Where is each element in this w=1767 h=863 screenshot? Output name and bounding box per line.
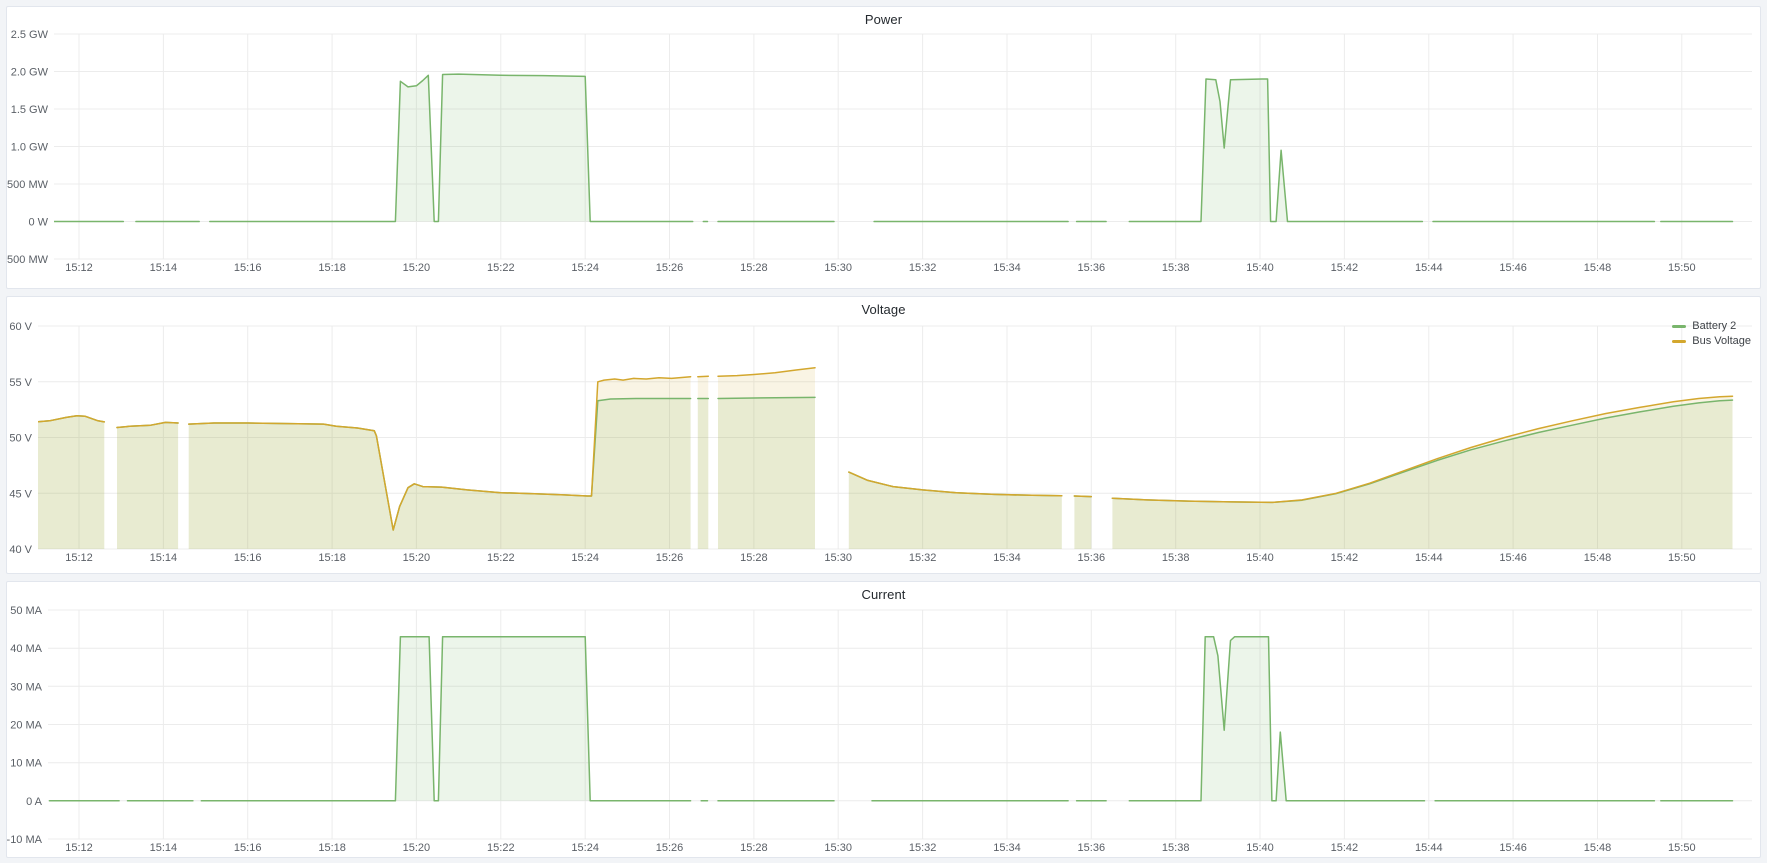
svg-text:15:38: 15:38 [1162,262,1190,274]
panel-title-voltage: Voltage [7,297,1760,323]
legend: Battery 2 Bus Voltage [1672,320,1751,348]
svg-text:15:18: 15:18 [318,552,346,564]
svg-text:15:34: 15:34 [993,262,1021,274]
svg-text:0 A: 0 A [26,796,43,808]
svg-text:-10 MA: -10 MA [7,834,43,846]
svg-text:15:26: 15:26 [656,842,684,854]
panel-title-power: Power [7,7,1760,33]
svg-text:15:44: 15:44 [1415,552,1443,564]
svg-text:15:42: 15:42 [1331,262,1359,274]
svg-text:15:28: 15:28 [740,552,768,564]
svg-text:55 V: 55 V [9,377,32,389]
svg-text:2.0 GW: 2.0 GW [11,67,49,79]
panel-voltage: Voltage 60 V55 V50 V45 V40 V15:1215:1415… [6,296,1761,574]
svg-text:15:38: 15:38 [1162,552,1190,564]
svg-text:15:30: 15:30 [824,262,852,274]
panel-header-power[interactable]: Power [7,7,1760,33]
svg-text:15:34: 15:34 [993,842,1021,854]
legend-item-label: Battery 2 [1692,320,1736,333]
svg-text:40 V: 40 V [9,544,32,556]
svg-text:15:12: 15:12 [65,842,93,854]
power-chart[interactable]: 2.5 GW2.0 GW1.5 GW1.0 GW500 MW0 W-500 MW… [7,7,1760,288]
legend-item-battery-2[interactable]: Battery 2 [1672,320,1736,333]
svg-text:15:44: 15:44 [1415,842,1443,854]
svg-text:30 MA: 30 MA [10,681,42,693]
svg-text:15:48: 15:48 [1584,552,1612,564]
legend-item-bus-voltage[interactable]: Bus Voltage [1672,335,1751,348]
svg-text:15:26: 15:26 [656,552,684,564]
svg-text:-500 MW: -500 MW [7,254,49,266]
svg-text:15:22: 15:22 [487,552,515,564]
svg-text:15:20: 15:20 [403,842,431,854]
svg-text:20 MA: 20 MA [10,720,42,732]
svg-text:15:20: 15:20 [403,552,431,564]
svg-text:15:42: 15:42 [1331,842,1359,854]
svg-text:15:12: 15:12 [65,552,93,564]
legend-color-swatch [1672,340,1686,343]
svg-text:15:50: 15:50 [1668,262,1696,274]
svg-text:15:36: 15:36 [1078,552,1106,564]
svg-text:15:32: 15:32 [909,552,937,564]
svg-text:15:30: 15:30 [824,552,852,564]
panel-header-voltage[interactable]: Voltage [7,297,1760,323]
svg-text:15:16: 15:16 [234,552,262,564]
svg-text:15:36: 15:36 [1078,262,1106,274]
svg-text:15:20: 15:20 [403,262,431,274]
svg-text:15:28: 15:28 [740,262,768,274]
svg-text:15:40: 15:40 [1246,842,1274,854]
svg-text:15:32: 15:32 [909,842,937,854]
svg-text:15:16: 15:16 [234,842,262,854]
svg-text:1.0 GW: 1.0 GW [11,142,49,154]
legend-item-label: Bus Voltage [1692,335,1751,348]
svg-text:50 V: 50 V [9,433,32,445]
svg-text:15:22: 15:22 [487,262,515,274]
svg-text:15:32: 15:32 [909,262,937,274]
dashboard: { "colors": { "page_bg": "#f2f4f7", "pan… [0,0,1767,863]
svg-text:15:44: 15:44 [1415,262,1443,274]
current-chart[interactable]: 50 MA40 MA30 MA20 MA10 MA0 A-10 MA15:121… [7,582,1760,857]
svg-text:15:22: 15:22 [487,842,515,854]
svg-text:10 MA: 10 MA [10,758,42,770]
svg-text:15:50: 15:50 [1668,842,1696,854]
svg-text:15:40: 15:40 [1246,552,1274,564]
svg-text:45 V: 45 V [9,488,32,500]
svg-text:15:24: 15:24 [571,552,599,564]
svg-text:1.5 GW: 1.5 GW [11,104,49,116]
panel-title-current: Current [7,582,1760,608]
svg-text:15:48: 15:48 [1584,842,1612,854]
svg-text:0 W: 0 W [28,217,48,229]
svg-text:15:42: 15:42 [1331,552,1359,564]
svg-text:15:12: 15:12 [65,262,93,274]
svg-text:15:46: 15:46 [1499,842,1527,854]
svg-text:15:14: 15:14 [150,552,178,564]
svg-text:15:14: 15:14 [150,262,178,274]
svg-text:15:46: 15:46 [1499,552,1527,564]
svg-text:15:28: 15:28 [740,842,768,854]
svg-text:15:16: 15:16 [234,262,262,274]
panel-power: Power 2.5 GW2.0 GW1.5 GW1.0 GW500 MW0 W-… [6,6,1761,289]
svg-text:15:18: 15:18 [318,262,346,274]
panel-current: Current 50 MA40 MA30 MA20 MA10 MA0 A-10 … [6,581,1761,858]
svg-text:500 MW: 500 MW [7,179,49,191]
svg-text:15:14: 15:14 [150,842,178,854]
voltage-chart[interactable]: 60 V55 V50 V45 V40 V15:1215:1415:1615:18… [7,297,1760,573]
svg-text:15:36: 15:36 [1078,842,1106,854]
svg-text:15:18: 15:18 [318,842,346,854]
svg-text:15:46: 15:46 [1499,262,1527,274]
svg-text:15:26: 15:26 [656,262,684,274]
svg-text:15:50: 15:50 [1668,552,1696,564]
svg-text:15:48: 15:48 [1584,262,1612,274]
panel-header-current[interactable]: Current [7,582,1760,608]
svg-text:15:24: 15:24 [571,262,599,274]
svg-text:15:24: 15:24 [571,842,599,854]
svg-text:15:40: 15:40 [1246,262,1274,274]
svg-text:40 MA: 40 MA [10,643,42,655]
svg-text:15:38: 15:38 [1162,842,1190,854]
svg-text:15:34: 15:34 [993,552,1021,564]
svg-text:15:30: 15:30 [824,842,852,854]
legend-color-swatch [1672,325,1686,328]
